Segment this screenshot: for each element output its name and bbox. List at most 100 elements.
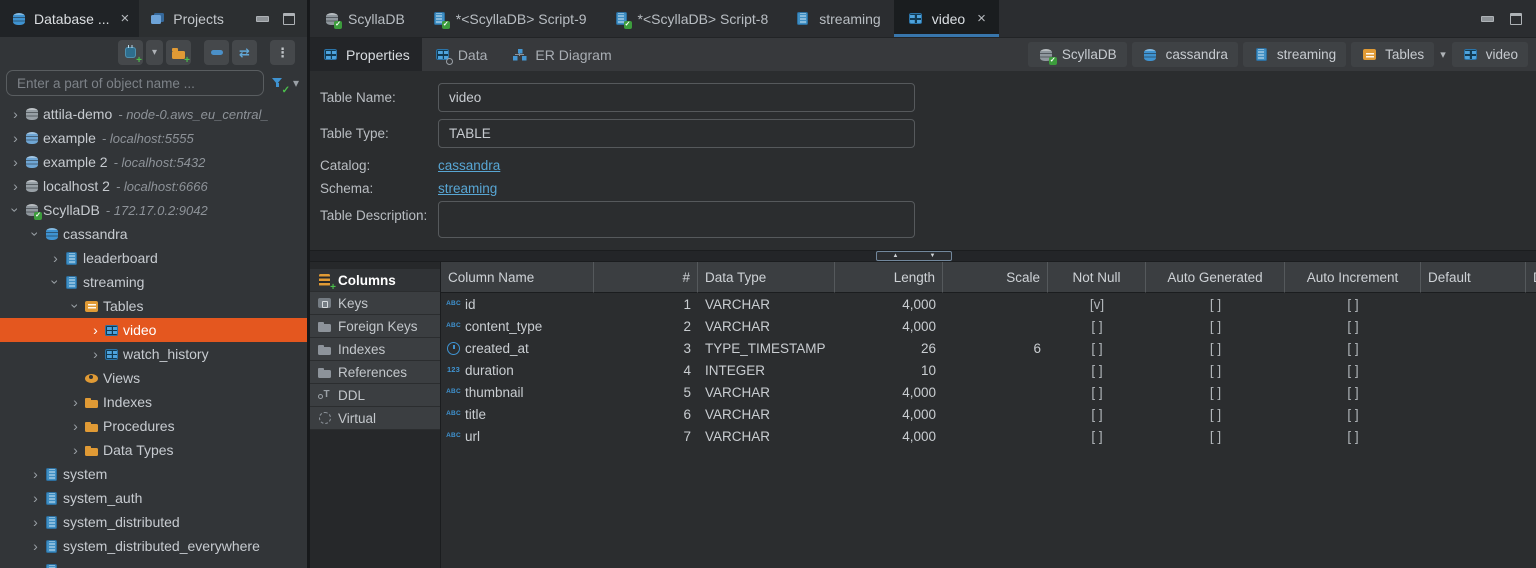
tree-item-procedures[interactable]: › Procedures xyxy=(0,414,307,438)
section-menu-foreign-keys[interactable]: Foreign Keys xyxy=(310,315,440,338)
section-menu-keys[interactable]: Keys xyxy=(310,292,440,315)
chevron-expanded-icon[interactable]: › xyxy=(68,299,84,314)
view-menu-button[interactable]: ⋮ xyxy=(270,40,295,65)
tree-item-example[interactable]: › example - localhost:5555 xyxy=(0,126,307,150)
column-header-item[interactable]: # xyxy=(594,262,698,293)
tree-item-scylladb[interactable]: › ✓ ScyllaDB - 172.17.0.2:9042 xyxy=(0,198,307,222)
chevron-collapsed-icon[interactable]: › xyxy=(68,395,83,409)
cell-scale-created-at[interactable]: 6 xyxy=(943,337,1048,359)
tree-item-cassandra[interactable]: › cassandra xyxy=(0,222,307,246)
tree-item-tables[interactable]: › Tables xyxy=(0,294,307,318)
tab-projects[interactable]: Projects xyxy=(139,0,234,37)
cell-default-content-type[interactable] xyxy=(1421,315,1526,337)
splitter-down-button[interactable]: ▼ xyxy=(914,252,951,260)
cell-auto_generated-id[interactable]: [ ] xyxy=(1146,293,1285,315)
column-header-auto-generated[interactable]: Auto Generated xyxy=(1146,262,1285,293)
collapse-all-button[interactable] xyxy=(204,40,229,65)
cell-not_null-created-at[interactable]: [ ] xyxy=(1048,337,1146,359)
new-connection-dropdown-button[interactable]: ▾ xyxy=(146,40,163,65)
cell-num-duration[interactable]: 4 xyxy=(594,359,698,381)
minimize-icon[interactable] xyxy=(256,15,269,22)
cell-type-thumbnail[interactable]: VARCHAR xyxy=(698,381,835,403)
cell-not_null-content-type[interactable]: [ ] xyxy=(1048,315,1146,337)
tree-item-watch-history[interactable]: › watch_history xyxy=(0,342,307,366)
editor-tab-scylladb-script-9[interactable]: ✓ *<ScyllaDB> Script-9 xyxy=(418,0,600,37)
cell-type-created-at[interactable]: TYPE_TIMESTAMP xyxy=(698,337,835,359)
cell-scale-id[interactable] xyxy=(943,293,1048,315)
editor-tab-scylladb-script-8[interactable]: ✓ *<ScyllaDB> Script-8 xyxy=(600,0,782,37)
tree-item-streaming[interactable]: › streaming xyxy=(0,270,307,294)
tree-item-leaderboard[interactable]: › leaderboard xyxy=(0,246,307,270)
column-header-auto-increment[interactable]: Auto Increment xyxy=(1285,262,1421,293)
tree-item-system[interactable]: › system xyxy=(0,462,307,486)
cell-default-duration[interactable] xyxy=(1421,359,1526,381)
window-minimize-icon[interactable] xyxy=(1481,15,1494,22)
tree-item-views[interactable]: ›Views xyxy=(0,366,307,390)
cell-num-url[interactable]: 7 xyxy=(594,425,698,447)
chevron-collapsed-icon[interactable]: › xyxy=(68,443,83,457)
column-header-data-type[interactable]: Data Type xyxy=(698,262,835,293)
close-icon[interactable]: × xyxy=(977,11,986,26)
tree-item-system-distributed[interactable]: › system_distributed xyxy=(0,510,307,534)
schema-link[interactable]: streaming xyxy=(438,178,497,199)
cell-name-thumbnail[interactable]: ABC thumbnail xyxy=(441,381,594,403)
section-menu-columns[interactable]: + Columns xyxy=(310,269,440,293)
window-maximize-icon[interactable] xyxy=(1510,12,1522,25)
cell-auto_generated-title[interactable]: [ ] xyxy=(1146,403,1285,425)
tree-item-video[interactable]: › video xyxy=(0,318,307,342)
cell-not_null-thumbnail[interactable]: [ ] xyxy=(1048,381,1146,403)
chevron-collapsed-icon[interactable]: › xyxy=(8,107,23,121)
cell-auto_generated-content-type[interactable]: [ ] xyxy=(1146,315,1285,337)
cell-name-url[interactable]: ABC url xyxy=(441,425,594,447)
chevron-down-icon[interactable]: ▾ xyxy=(1439,48,1447,61)
section-menu-indexes[interactable]: Indexes xyxy=(310,338,440,361)
chevron-collapsed-icon[interactable]: › xyxy=(8,155,23,169)
tree-item-system-distributed-everywhere[interactable]: › system_distributed_everywhere xyxy=(0,534,307,558)
subtab-properties[interactable]: Properties xyxy=(310,38,422,71)
chevron-down-icon[interactable]: ▾ xyxy=(291,76,301,90)
cell-name-id[interactable]: ABC id xyxy=(441,293,594,315)
cell-type-id[interactable]: VARCHAR xyxy=(698,293,835,315)
cell-not_null-title[interactable]: [ ] xyxy=(1048,403,1146,425)
editor-tab-scylladb[interactable]: ✓ ScyllaDB xyxy=(310,0,418,37)
chevron-collapsed-icon[interactable]: › xyxy=(28,515,43,529)
cell-trail-url[interactable] xyxy=(1526,425,1536,447)
cell-default-thumbnail[interactable] xyxy=(1421,381,1526,403)
cell-num-title[interactable]: 6 xyxy=(594,403,698,425)
section-menu-references[interactable]: References xyxy=(310,361,440,384)
cell-auto_increment-duration[interactable]: [ ] xyxy=(1285,359,1421,381)
cell-auto_increment-url[interactable]: [ ] xyxy=(1285,425,1421,447)
breadcrumb-tables[interactable]: Tables xyxy=(1351,42,1435,67)
cell-type-content-type[interactable]: VARCHAR xyxy=(698,315,835,337)
maximize-icon[interactable] xyxy=(283,12,295,25)
cell-auto_increment-thumbnail[interactable]: [ ] xyxy=(1285,381,1421,403)
table-description-field[interactable] xyxy=(438,201,915,238)
tree-item-example-2[interactable]: › example 2 - localhost:5432 xyxy=(0,150,307,174)
cell-type-duration[interactable]: INTEGER xyxy=(698,359,835,381)
cell-length-url[interactable]: 4,000 xyxy=(835,425,943,447)
tree-item-attila-demo[interactable]: › attila-demo - node-0.aws_eu_central_ xyxy=(0,102,307,126)
column-header-d[interactable]: D xyxy=(1526,262,1536,293)
cell-default-url[interactable] xyxy=(1421,425,1526,447)
cell-scale-thumbnail[interactable] xyxy=(943,381,1048,403)
panel-splitter[interactable]: ▲ ▼ xyxy=(310,250,1536,262)
chevron-collapsed-icon[interactable]: › xyxy=(8,131,23,145)
object-filter-input[interactable] xyxy=(6,70,264,96)
cell-scale-title[interactable] xyxy=(943,403,1048,425)
cell-length-title[interactable]: 4,000 xyxy=(835,403,943,425)
cell-not_null-duration[interactable]: [ ] xyxy=(1048,359,1146,381)
column-header-scale[interactable]: Scale xyxy=(943,262,1048,293)
tree-item-localhost-2[interactable]: › localhost 2 - localhost:6666 xyxy=(0,174,307,198)
table-name-field[interactable] xyxy=(438,83,915,112)
breadcrumb-cassandra[interactable]: cassandra xyxy=(1131,42,1238,67)
cell-trail-duration[interactable] xyxy=(1526,359,1536,381)
cell-auto_generated-thumbnail[interactable]: [ ] xyxy=(1146,381,1285,403)
cell-num-content-type[interactable]: 2 xyxy=(594,315,698,337)
chevron-collapsed-icon[interactable]: › xyxy=(48,251,63,265)
cell-auto_increment-content-type[interactable]: [ ] xyxy=(1285,315,1421,337)
section-menu-ddl[interactable]: DDL xyxy=(310,384,440,407)
subtab-data[interactable]: Data xyxy=(422,38,500,71)
cell-name-created-at[interactable]: created_at xyxy=(441,337,594,359)
cell-default-created-at[interactable] xyxy=(1421,337,1526,359)
chevron-expanded-icon[interactable]: › xyxy=(8,203,24,218)
